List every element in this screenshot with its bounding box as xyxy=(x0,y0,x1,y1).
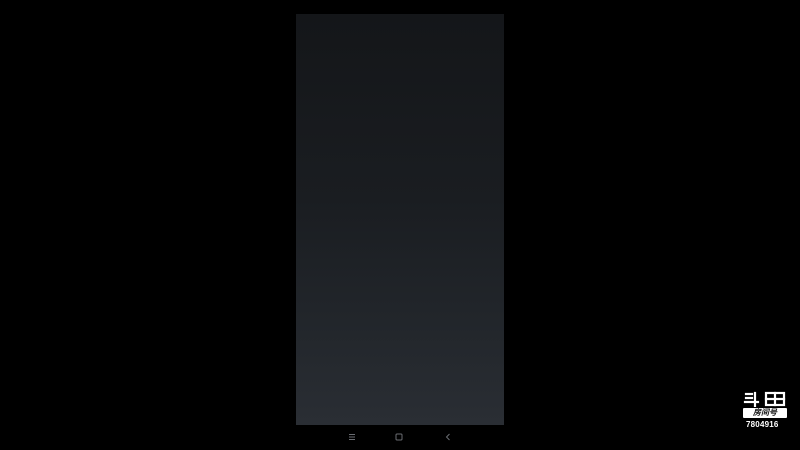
room-number-badge: 房间号 xyxy=(743,408,787,418)
android-nav-bar xyxy=(296,427,504,447)
phone-screen xyxy=(296,14,504,425)
home-square-icon xyxy=(395,433,403,441)
back-button[interactable] xyxy=(441,430,455,444)
back-chevron-icon xyxy=(445,433,450,441)
menu-lines-icon xyxy=(349,434,355,440)
douyu-logo xyxy=(743,391,786,407)
home-button[interactable] xyxy=(392,430,406,444)
douyu-watermark: 房间号 7804916 xyxy=(739,391,793,439)
room-number: 7804916 xyxy=(746,420,779,429)
menu-button[interactable] xyxy=(345,430,359,444)
stream-frame: 房间号 7804916 xyxy=(0,0,800,450)
